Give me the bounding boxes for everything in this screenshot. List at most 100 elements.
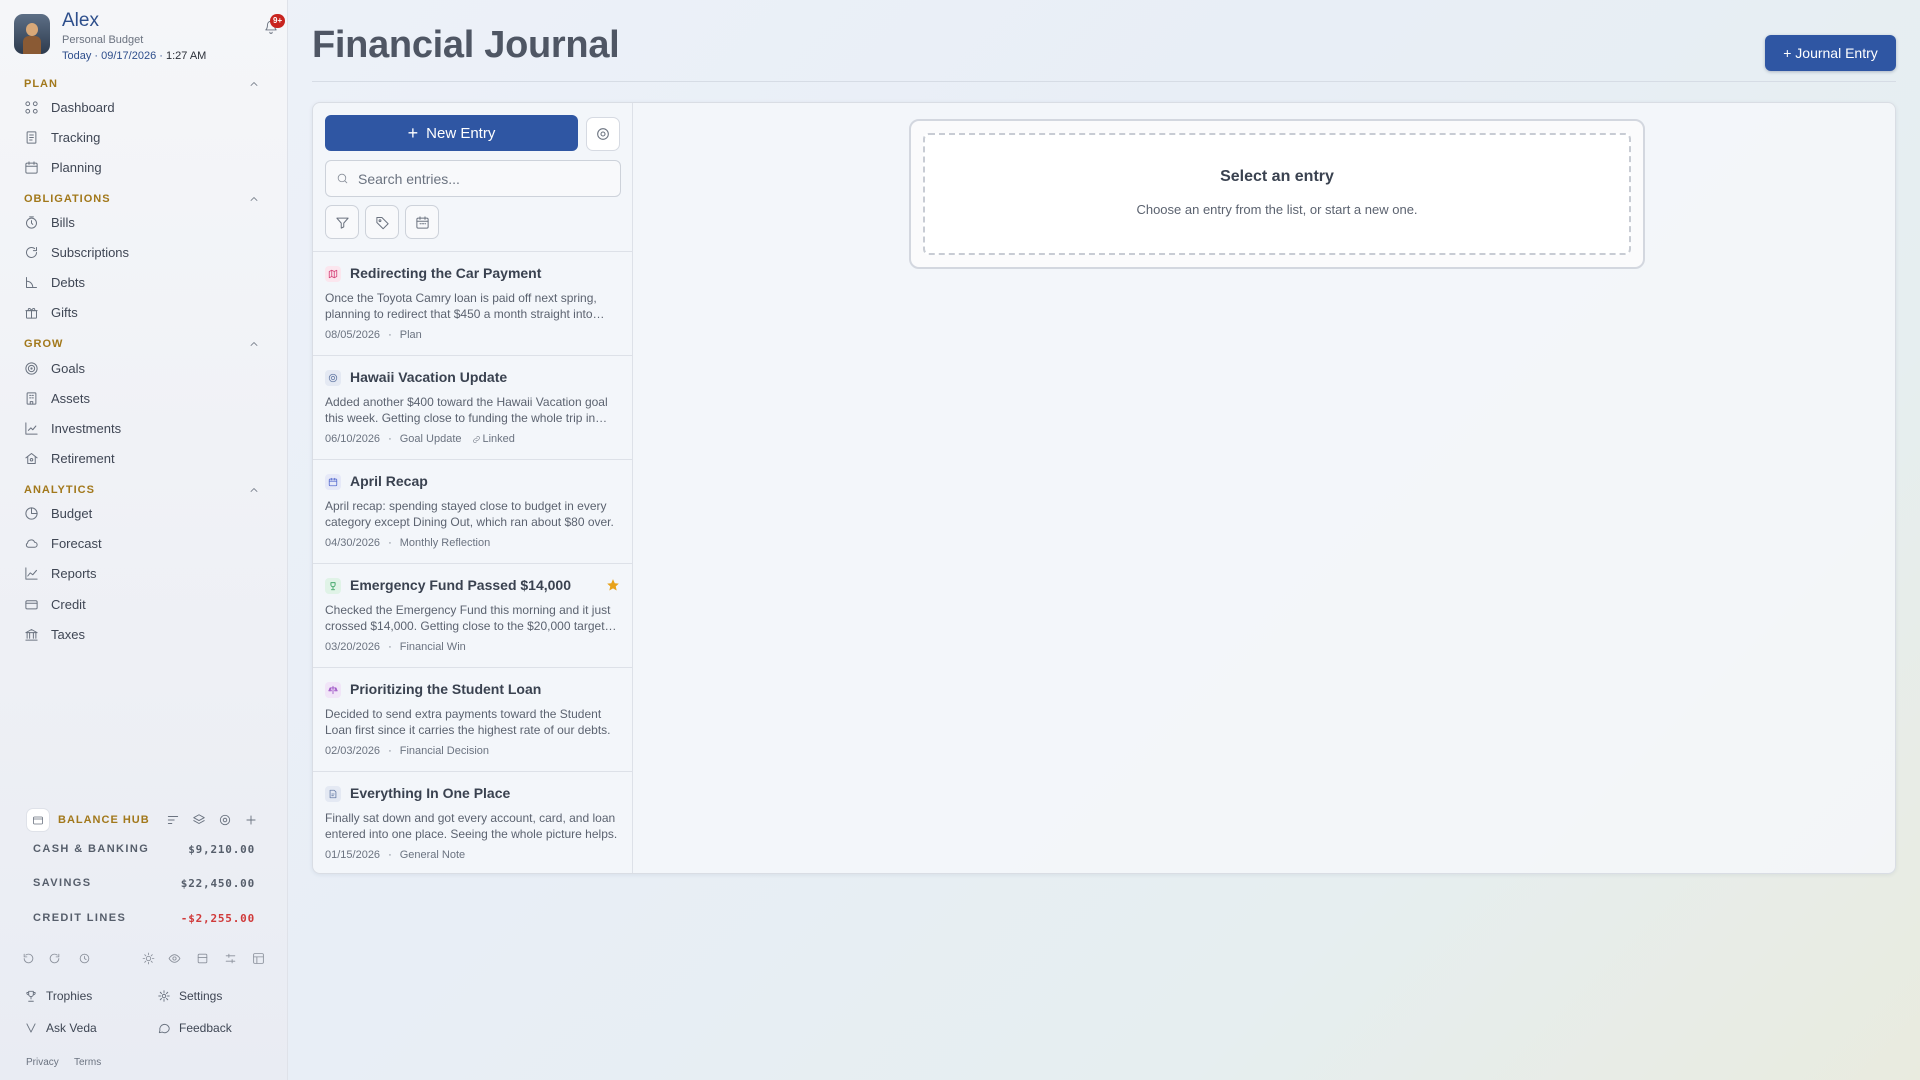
star-icon[interactable] [606, 578, 620, 592]
section-title-analytics[interactable]: ANALYTICS [24, 484, 95, 496]
entry-title: Everything In One Place [350, 785, 511, 801]
trophies-link[interactable]: Trophies [24, 989, 92, 1003]
sidebar-item-taxes[interactable]: Taxes [24, 622, 264, 646]
section-title-plan[interactable]: PLAN [24, 78, 58, 90]
sidebar-item-reports[interactable]: Reports [24, 561, 264, 585]
new-entry-button[interactable]: + New Entry [325, 115, 578, 151]
profile-name[interactable]: Alex [62, 10, 99, 32]
theme-button[interactable] [142, 952, 156, 966]
meta-separator: · [388, 537, 392, 549]
ask-veda-link[interactable]: Ask Veda [24, 1021, 97, 1035]
add-journal-entry-button[interactable]: + Journal Entry [1765, 35, 1896, 71]
filter-button[interactable] [325, 205, 359, 239]
sidebar-item-budget[interactable]: Budget [24, 501, 264, 525]
terms-link[interactable]: Terms [74, 1057, 101, 1068]
profile-subtitle: Personal Budget [62, 34, 144, 46]
balance-row-cash[interactable]: CASH & BANKING $9,210.00 [33, 840, 255, 860]
history-icon [79, 953, 90, 964]
balance-hub-toggle[interactable] [26, 808, 50, 832]
calendar-icon [415, 215, 429, 229]
list-settings-button[interactable] [586, 117, 620, 151]
entry-date: 01/15/2026 [325, 849, 381, 861]
journal-panel: + New Entry Redirecting the Car Payment … [312, 102, 1896, 874]
gear-icon[interactable] [218, 813, 232, 827]
balance-label: CASH & BANKING [33, 843, 150, 855]
chevron-up-icon[interactable] [248, 338, 260, 350]
calendar-icon [25, 160, 38, 174]
sidebar-item-goals[interactable]: Goals [24, 356, 264, 380]
balance-value: $9,210.00 [188, 843, 255, 856]
entry-title: Prioritizing the Student Loan [350, 681, 542, 697]
sidebar-item-retirement[interactable]: Retirement [24, 446, 264, 470]
notifications-button[interactable]: 9+ [256, 12, 290, 38]
list-item[interactable]: April Recap April recap: spending stayed… [313, 460, 633, 564]
search-input[interactable] [358, 161, 616, 196]
sidebar-item-tracking[interactable]: Tracking [24, 125, 264, 149]
privacy-toggle-button[interactable] [168, 952, 182, 966]
entry-title: Hawaii Vacation Update [350, 369, 508, 385]
building-icon [26, 391, 37, 405]
avatar[interactable] [14, 14, 50, 54]
undo-button[interactable] [22, 952, 36, 966]
database-button[interactable] [196, 952, 210, 966]
sidebar-item-gifts[interactable]: Gifts [24, 300, 264, 324]
card-icon [25, 599, 38, 609]
sidebar-item-label: Tracking [51, 129, 101, 145]
sidebar-item-debts[interactable]: Debts [24, 270, 264, 294]
feedback-link[interactable]: Feedback [157, 1021, 232, 1035]
meta-separator: · [388, 745, 392, 757]
list-item[interactable]: Prioritizing the Student Loan Decided to… [313, 668, 633, 772]
sliders-button[interactable] [224, 952, 238, 966]
balance-value: $22,450.00 [180, 877, 255, 890]
sidebar-item-planning[interactable]: Planning [24, 155, 264, 179]
layout-button[interactable] [252, 952, 266, 966]
entry-type-badge [325, 266, 341, 282]
trophies-label: Trophies [46, 989, 93, 1003]
settings-icon [597, 128, 609, 140]
list-item[interactable]: Hawaii Vacation Update Added another $40… [313, 356, 633, 460]
sidebar-item-assets[interactable]: Assets [24, 386, 264, 410]
entry-category: Financial Decision [399, 745, 489, 757]
chevron-up-icon[interactable] [248, 484, 260, 496]
balance-row-savings[interactable]: SAVINGS $22,450.00 [33, 874, 255, 894]
gift-icon [25, 307, 38, 319]
section-title-grow[interactable]: GROW [24, 338, 63, 350]
sidebar-item-credit[interactable]: Credit [24, 592, 264, 616]
sort-icon[interactable] [166, 813, 180, 827]
debt-icon [26, 276, 37, 288]
entry-category: Financial Win [399, 641, 466, 653]
tag-filter-button[interactable] [365, 205, 399, 239]
gear-icon [158, 990, 170, 1002]
linked-indicator: Linked [472, 433, 515, 445]
settings-link[interactable]: Settings [157, 989, 222, 1003]
redo-button[interactable] [48, 952, 62, 966]
sidebar-item-dashboard[interactable]: Dashboard [24, 95, 264, 119]
balance-row-credit[interactable]: CREDIT LINES -$2,255.00 [33, 909, 255, 929]
date-filter-button[interactable] [405, 205, 439, 239]
page-title: Financial Journal [312, 24, 620, 66]
plus-icon[interactable] [244, 813, 258, 827]
chevron-up-icon[interactable] [248, 193, 260, 205]
sidebar-item-label: Dashboard [51, 99, 115, 115]
entry-snippet: April recap: spending stayed close to bu… [325, 499, 614, 529]
entry-type-badge [325, 578, 341, 594]
sidebar-item-forecast[interactable]: Forecast [24, 531, 264, 555]
list-item[interactable]: Emergency Fund Passed $14,000 Checked th… [313, 564, 633, 668]
sliders-icon [225, 953, 236, 964]
list-item[interactable]: Redirecting the Car Payment Once the Toy… [313, 252, 633, 356]
sidebar-item-investments[interactable]: Investments [24, 416, 264, 440]
section-title-obligations[interactable]: OBLIGATIONS [24, 193, 111, 205]
sidebar-item-subscriptions[interactable]: Subscriptions [24, 240, 264, 264]
privacy-link[interactable]: Privacy [26, 1057, 59, 1068]
list-item[interactable]: Everything In One Place Finally sat down… [313, 772, 633, 876]
sidebar-item-bills[interactable]: Bills [24, 210, 264, 234]
cloud-icon [25, 538, 38, 548]
layers-icon[interactable] [192, 813, 206, 827]
link-icon [472, 435, 480, 443]
entry-title: April Recap [350, 473, 428, 489]
history-button[interactable] [78, 952, 92, 966]
target-icon [25, 361, 38, 375]
chevron-up-icon[interactable] [248, 78, 260, 90]
entry-category: Goal Update [399, 433, 462, 445]
entry-detail-column: Select an entry Choose an entry from the… [634, 103, 1895, 873]
